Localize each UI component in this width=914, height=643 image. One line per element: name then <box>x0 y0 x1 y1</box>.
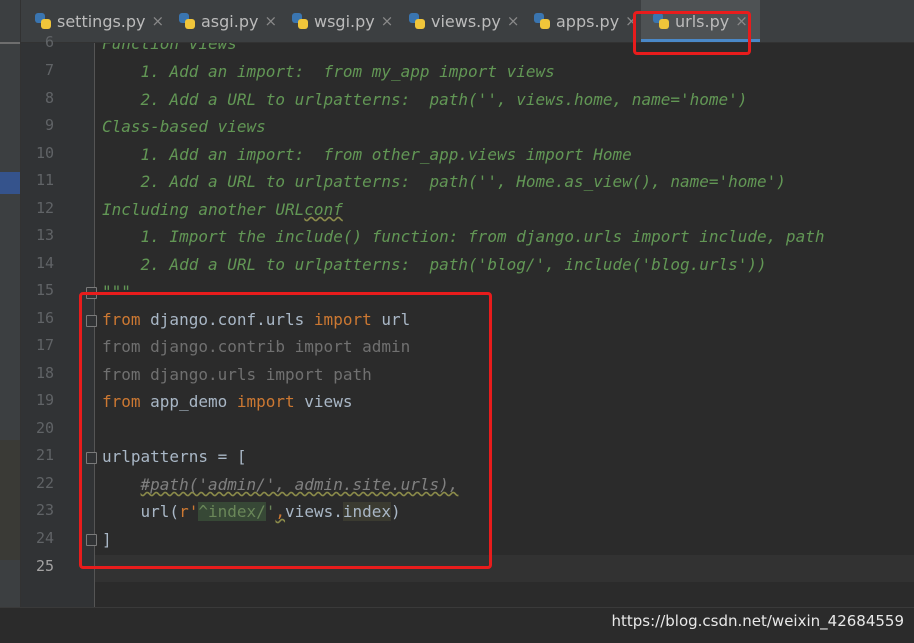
annotation-box-code <box>79 292 492 569</box>
tab-label: wsgi.py <box>314 11 375 31</box>
line-number: 18 <box>35 364 54 382</box>
line-number: 14 <box>35 254 54 272</box>
tab-label: apps.py <box>556 11 620 31</box>
code-line-9: Class-based views <box>102 117 266 136</box>
watermark-text: https://blog.csdn.net/weixin_42684559 <box>611 612 904 630</box>
python-file-icon <box>534 13 550 29</box>
line-number: 24 <box>35 529 54 547</box>
line-number: 6 <box>44 33 54 51</box>
line-number: 17 <box>35 336 54 354</box>
code-line-13: 1. Import the include() function: from d… <box>102 227 825 246</box>
line-number: 12 <box>35 199 54 217</box>
line-number: 21 <box>35 446 54 464</box>
docstring-text: Including another URL <box>102 200 305 219</box>
line-number: 19 <box>35 391 54 409</box>
python-file-icon <box>292 13 308 29</box>
line-number: 10 <box>35 144 54 162</box>
tab-label: asgi.py <box>201 11 259 31</box>
tab-label: views.py <box>431 11 501 31</box>
close-icon[interactable]: × <box>152 12 165 30</box>
code-line-7: 1. Add an import: from my_app import vie… <box>102 62 555 81</box>
python-file-icon <box>179 13 195 29</box>
line-number-current: 25 <box>35 557 54 575</box>
close-icon[interactable]: × <box>507 12 520 30</box>
line-number: 9 <box>44 116 54 134</box>
line-number: 11 <box>35 171 54 189</box>
line-number: 23 <box>35 501 54 519</box>
annotation-box-tab <box>633 11 751 55</box>
code-line-8: 2. Add a URL to urlpatterns: path('', vi… <box>102 90 748 109</box>
tab-wsgi-py[interactable]: wsgi.py × <box>292 0 393 42</box>
tab-apps-py[interactable]: apps.py × <box>534 0 638 42</box>
python-file-icon <box>409 13 425 29</box>
line-number: 15 <box>35 281 54 299</box>
line-number: 22 <box>35 474 54 492</box>
line-number: 16 <box>35 309 54 327</box>
editor-tab-bar: settings.py × asgi.py × wsgi.py × views.… <box>21 0 914 43</box>
line-number: 7 <box>44 61 54 79</box>
tab-settings-py[interactable]: settings.py × <box>35 0 164 42</box>
close-icon[interactable]: × <box>381 12 394 30</box>
code-line-10: 1. Add an import: from other_app.views i… <box>102 145 632 164</box>
code-line-14: 2. Add a URL to urlpatterns: path('blog/… <box>102 255 767 274</box>
code-line-6: Function views <box>102 43 237 53</box>
line-number: 20 <box>35 419 54 437</box>
tab-views-py[interactable]: views.py × <box>409 0 519 42</box>
tab-asgi-py[interactable]: asgi.py × <box>179 0 277 42</box>
tab-label: settings.py <box>57 11 146 31</box>
typo-marked-word: conf <box>304 200 343 219</box>
close-icon[interactable]: × <box>264 12 277 30</box>
code-line-11: 2. Add a URL to urlpatterns: path('', Ho… <box>102 172 786 191</box>
line-number: 8 <box>44 89 54 107</box>
python-file-icon <box>35 13 51 29</box>
code-line-12: Including another URLconf <box>102 196 343 223</box>
line-number: 13 <box>35 226 54 244</box>
